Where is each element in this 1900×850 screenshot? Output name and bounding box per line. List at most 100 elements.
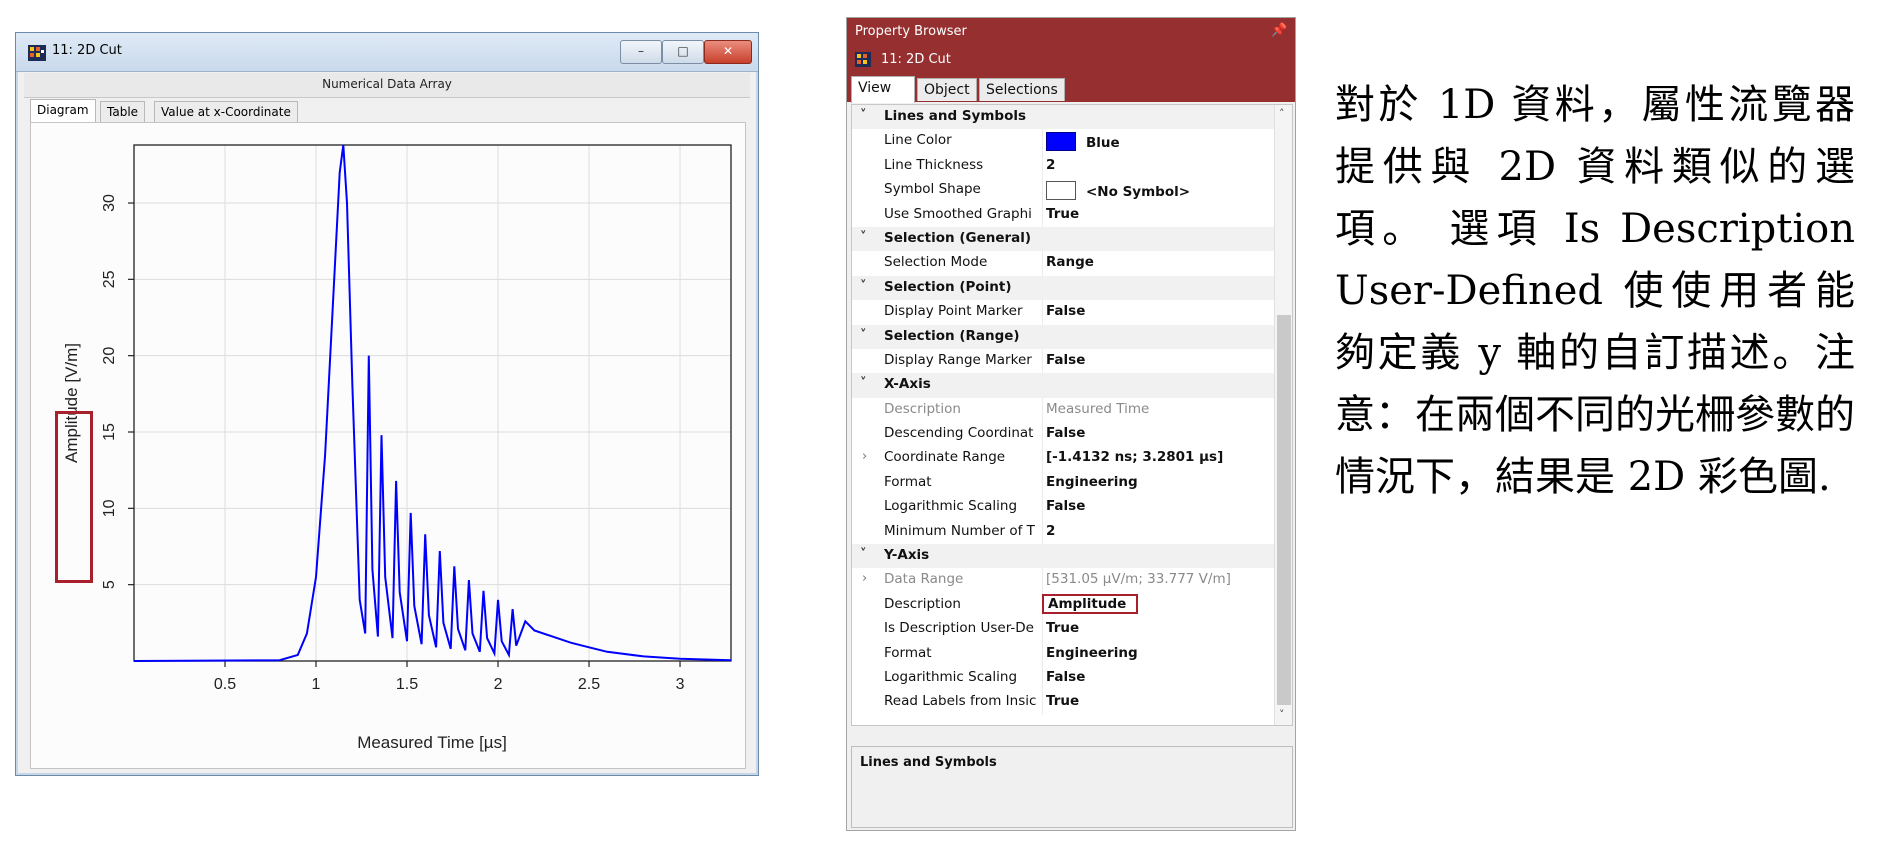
property-value[interactable]: False — [1046, 669, 1085, 685]
property-name: Description — [884, 400, 961, 417]
pin-icon[interactable]: 📌 — [1271, 23, 1287, 38]
scrollbar-thumb[interactable] — [1277, 315, 1291, 705]
property-name: Line Color — [884, 132, 952, 149]
property-value[interactable]: [-1.4132 ns; 3.2801 µs] — [1046, 449, 1223, 465]
property-browser-tabs: View Object Selections — [847, 74, 1295, 103]
property-row[interactable]: Display Range Marker False — [852, 348, 1274, 374]
chevron-down-icon[interactable]: ˅ — [860, 328, 867, 343]
property-value[interactable]: Measured Time — [1046, 401, 1149, 417]
tab-selections[interactable]: Selections — [979, 78, 1065, 101]
property-row[interactable]: Line Thickness 2 — [852, 153, 1274, 179]
chevron-right-icon[interactable]: › — [862, 449, 867, 464]
property-value[interactable]: Amplitude — [1042, 593, 1139, 614]
tab-view[interactable]: View — [851, 76, 915, 103]
property-value[interactable]: 2 — [1046, 157, 1055, 173]
property-row[interactable]: Selection Mode Range — [852, 251, 1274, 276]
category-name: Selection (Point) — [884, 278, 1012, 295]
property-row[interactable]: Logarithmic Scaling False — [852, 495, 1274, 520]
property-row[interactable]: › Data Range [531.05 µV/m; 33.777 V/m] — [852, 568, 1274, 593]
property-value[interactable]: [531.05 µV/m; 33.777 V/m] — [1046, 571, 1231, 587]
tab-value-at-x-coordinate[interactable]: Value at x-Coordinate — [154, 101, 298, 122]
property-row[interactable]: Is Description User-De True — [852, 617, 1274, 642]
property-rows: ˅ Lines and Symbols Line Color Blue Line Thi… — [852, 105, 1274, 715]
property-row[interactable]: Line Color Blue — [852, 129, 1274, 154]
chevron-down-icon[interactable]: ˅ — [860, 547, 867, 562]
property-category[interactable]: ˅ Selection (General) — [852, 226, 1274, 252]
property-value[interactable]: Blue — [1046, 132, 1120, 152]
property-row[interactable]: Minimum Number of T 2 — [852, 519, 1274, 545]
property-value[interactable]: True — [1046, 206, 1079, 222]
value-text: [531.05 µV/m; 33.777 V/m] — [1046, 571, 1231, 588]
window-title: 11: 2D Cut — [52, 43, 122, 58]
x-tick-label: 2 — [494, 676, 503, 693]
property-row[interactable]: Symbol Shape <No Symbol> — [852, 178, 1274, 203]
property-category[interactable]: ˅ Selection (Range) — [852, 324, 1274, 349]
property-row[interactable]: Descending Coordinat False — [852, 422, 1274, 447]
property-row[interactable]: Use Smoothed Graphi True — [852, 202, 1274, 227]
chevron-down-icon[interactable]: ˅ — [860, 376, 867, 391]
app-icon — [28, 45, 46, 61]
category-name: X-Axis — [884, 376, 931, 393]
scroll-down-icon[interactable]: ˅ — [1279, 708, 1285, 721]
property-value[interactable]: True — [1046, 620, 1079, 636]
property-category[interactable]: ˅ Y-Axis — [852, 544, 1274, 569]
y-tick-label: 5 — [101, 580, 118, 589]
chevron-down-icon[interactable]: ˅ — [860, 108, 867, 123]
window-title-bar[interactable]: 11: 2D Cut – □ ✕ — [16, 33, 758, 72]
property-grid[interactable]: ˅ Lines and Symbols Line Color Blue Line Thi… — [851, 104, 1293, 726]
property-value[interactable]: True — [1046, 693, 1079, 709]
property-row[interactable]: Logarithmic Scaling False — [852, 665, 1274, 691]
chevron-right-icon[interactable]: › — [862, 571, 867, 586]
property-value[interactable]: Engineering — [1046, 645, 1138, 661]
property-row[interactable]: › Coordinate Range [-1.4132 ns; 3.2801 µs] — [852, 446, 1274, 471]
chevron-down-icon[interactable]: ˅ — [860, 279, 867, 294]
value-text: Measured Time — [1046, 400, 1150, 417]
y-tick-label: 15 — [101, 423, 118, 441]
amplitude-chart[interactable]: 0.5 1 1.5 2 2.5 3 5 10 15 20 25 30 Measured Time [µ… — [31, 123, 745, 768]
maximize-button[interactable]: □ — [662, 40, 704, 64]
property-value[interactable]: 2 — [1046, 523, 1055, 539]
property-category[interactable]: ˅ Selection (Point) — [852, 275, 1274, 301]
tab-object[interactable]: Object — [917, 78, 977, 101]
property-category[interactable]: ˅ Lines and Symbols — [852, 105, 1274, 130]
cut-2d-window: 11: 2D Cut – □ ✕ Numerical Data Array Di… — [15, 32, 759, 776]
property-row[interactable]: Description Measured Time — [852, 397, 1274, 423]
property-value[interactable]: False — [1046, 303, 1085, 319]
property-browser-title: Property Browser — [855, 24, 967, 39]
column-divider — [1042, 251, 1043, 276]
property-value[interactable]: False — [1046, 425, 1085, 441]
property-value[interactable]: <No Symbol> — [1046, 181, 1190, 201]
property-row[interactable]: Read Labels from Insic True — [852, 690, 1274, 715]
value-text: 2 — [1046, 156, 1056, 173]
minimize-button[interactable]: – — [620, 40, 662, 64]
property-row[interactable]: Format Engineering — [852, 641, 1274, 666]
property-row[interactable]: Display Point Marker False — [852, 300, 1274, 325]
property-grid-scrollbar[interactable]: ˄ ˅ — [1274, 105, 1292, 725]
color-swatch — [1046, 132, 1076, 152]
property-row[interactable]: Format Engineering — [852, 470, 1274, 496]
property-browser-title-bar[interactable]: Property Browser 📌 — [847, 18, 1295, 46]
property-name: Symbol Shape — [884, 181, 981, 198]
close-button[interactable]: ✕ — [704, 40, 752, 64]
chevron-down-icon[interactable]: ˅ — [860, 230, 867, 245]
property-value[interactable]: Engineering — [1046, 474, 1138, 490]
property-value[interactable]: False — [1046, 498, 1085, 514]
property-name: Use Smoothed Graphi — [884, 205, 1032, 222]
property-value[interactable]: False — [1046, 352, 1085, 368]
property-category[interactable]: ˅ X-Axis — [852, 373, 1274, 398]
value-text: False — [1046, 303, 1086, 320]
property-value[interactable]: Range — [1046, 254, 1094, 270]
property-name: Format — [884, 473, 932, 490]
plot-area[interactable]: 0.5 1 1.5 2 2.5 3 5 10 15 20 25 30 Measured Time [µ… — [30, 122, 746, 769]
property-row[interactable]: Description Amplitude — [852, 592, 1274, 618]
tab-diagram[interactable]: Diagram — [30, 99, 96, 123]
x-tick-label: 1 — [312, 676, 321, 693]
property-name: Coordinate Range — [884, 449, 1006, 466]
scroll-up-icon[interactable]: ˄ — [1279, 107, 1285, 120]
property-name: Line Thickness — [884, 156, 984, 173]
value-text: 2 — [1046, 522, 1056, 539]
tab-table[interactable]: Table — [100, 101, 146, 122]
property-name: Format — [884, 644, 932, 661]
property-name: Is Description User-De — [884, 620, 1034, 637]
value-text: Engineering — [1046, 644, 1138, 661]
